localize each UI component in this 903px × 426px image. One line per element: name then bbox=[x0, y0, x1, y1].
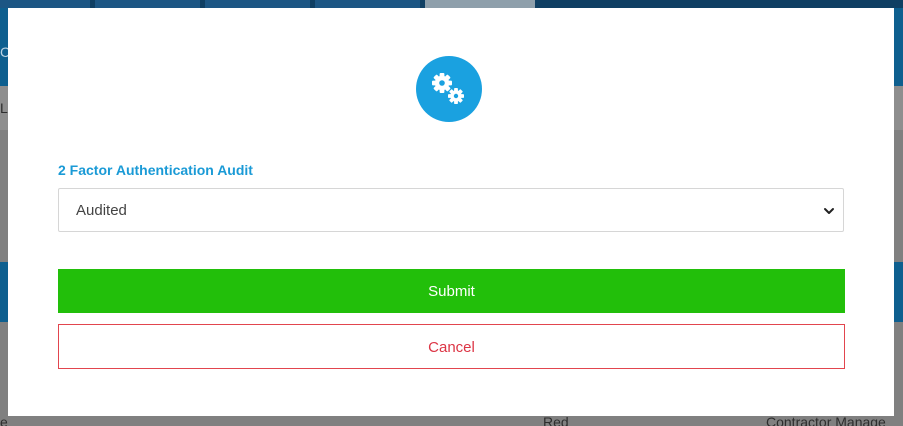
gears-icon bbox=[416, 56, 482, 122]
audit-status-select[interactable]: Audited bbox=[58, 188, 844, 232]
nav-tile-active bbox=[425, 0, 535, 8]
select-value: Audited bbox=[76, 202, 127, 219]
top-nav bbox=[0, 0, 903, 8]
nav-tile bbox=[315, 0, 420, 8]
audit-modal: 2 Factor Authentication Audit Audited Su… bbox=[8, 8, 894, 416]
chevron-down-icon bbox=[824, 208, 834, 214]
submit-button[interactable]: Submit bbox=[58, 269, 845, 313]
bg-fragment: e bbox=[0, 414, 8, 426]
nav-tile bbox=[95, 0, 200, 8]
nav-tile bbox=[205, 0, 310, 8]
cancel-button[interactable]: Cancel bbox=[58, 324, 845, 369]
nav-tile bbox=[0, 0, 90, 8]
field-label: 2 Factor Authentication Audit bbox=[58, 162, 253, 178]
